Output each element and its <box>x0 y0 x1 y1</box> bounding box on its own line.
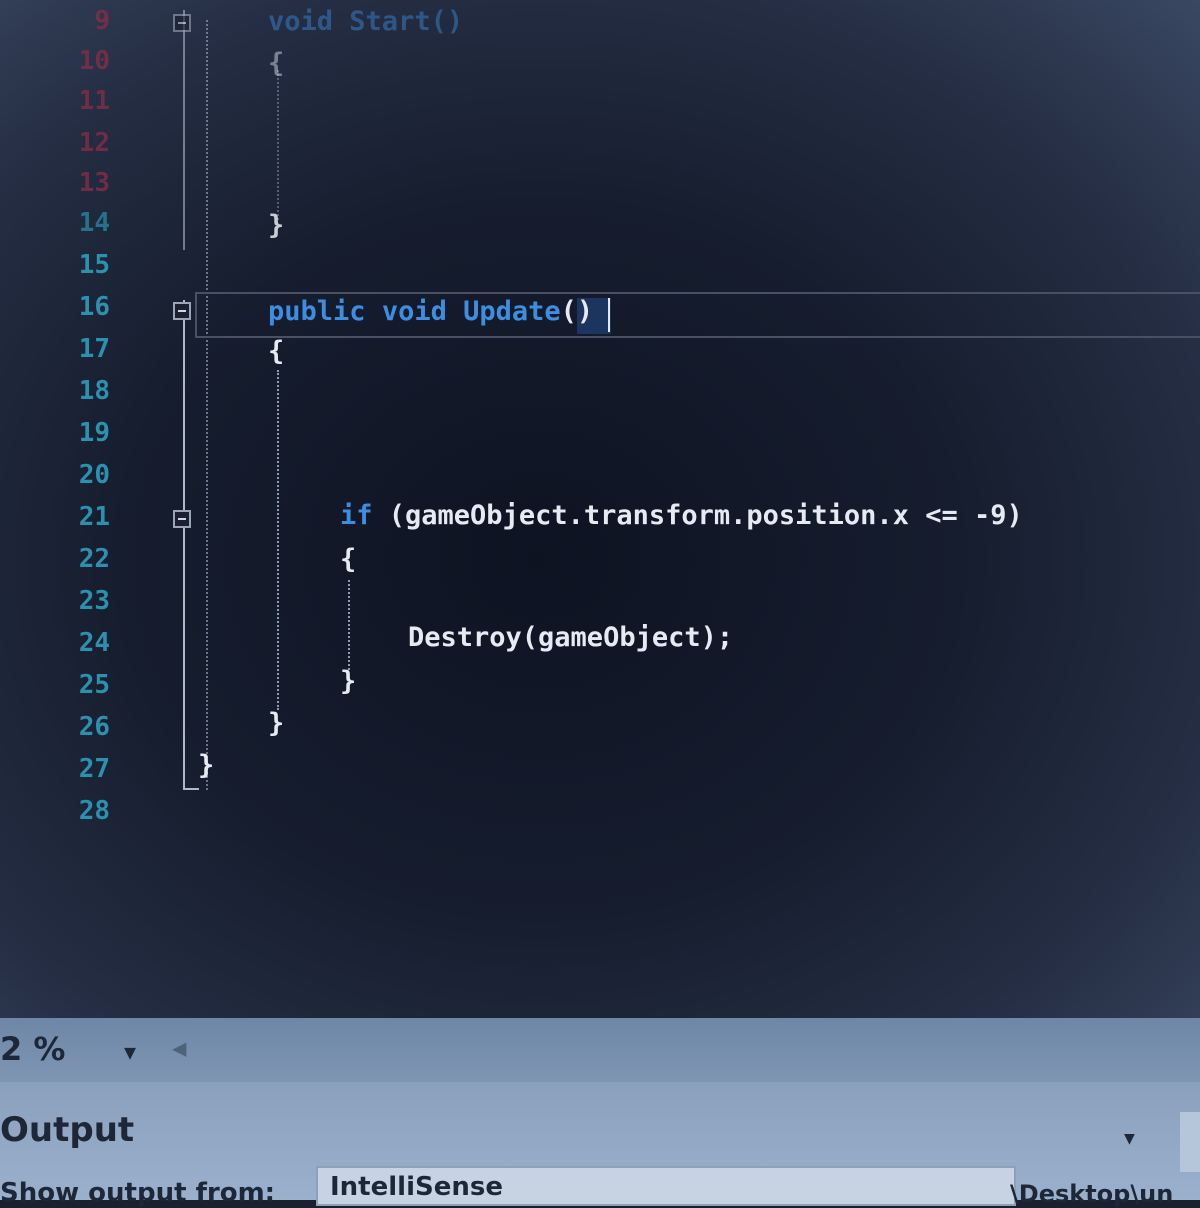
code-line-if-statement: if (gameObject.transform.position.x <= -… <box>340 500 1023 531</box>
code-line-brace: } <box>268 210 285 241</box>
code-line-brace: { <box>268 48 285 79</box>
indent-guide <box>206 20 208 790</box>
method-name: Start() <box>349 6 464 37</box>
text-cursor <box>608 298 610 332</box>
keyword-if: if <box>340 500 373 531</box>
code-line-brace: } <box>198 750 215 781</box>
if-condition: (gameObject.transform.position.x <= -9) <box>372 500 1023 531</box>
line-number: 18 <box>78 376 110 406</box>
fold-end-marker <box>183 788 199 790</box>
scroll-left-icon[interactable]: ◀ <box>172 1034 186 1062</box>
line-number: 9 <box>94 6 110 36</box>
code-line-destroy: Destroy(gameObject); <box>408 622 734 653</box>
zoom-level[interactable]: 2 % <box>0 1030 65 1068</box>
line-number: 26 <box>78 712 110 742</box>
code-line-brace: } <box>340 666 357 697</box>
collapse-icon[interactable] <box>173 510 191 528</box>
output-source-select[interactable]: IntelliSense <box>316 1166 1016 1206</box>
chevron-down-icon[interactable]: ▼ <box>1124 1128 1135 1149</box>
code-line-brace: { <box>340 544 357 575</box>
line-number: 17 <box>78 334 110 364</box>
line-number: 24 <box>78 628 110 658</box>
line-number: 12 <box>78 128 110 158</box>
line-number: 23 <box>78 586 110 616</box>
output-panel-title: Output <box>0 1110 135 1150</box>
line-number: 20 <box>78 460 110 490</box>
indent-guide <box>277 370 279 710</box>
show-output-from-label: Show output from: <box>0 1178 276 1208</box>
line-number: 19 <box>78 418 110 448</box>
method-name: Update <box>463 296 561 327</box>
line-number: 21 <box>78 502 110 532</box>
line-number: 22 <box>78 544 110 574</box>
line-number: 14 <box>78 208 110 238</box>
line-number: 27 <box>78 754 110 784</box>
fold-line <box>183 300 185 790</box>
keyword-void: void <box>268 6 334 37</box>
indent-guide <box>348 580 350 670</box>
line-number: 10 <box>78 46 110 76</box>
code-line-update-signature: public void Update() <box>268 296 593 327</box>
parentheses: () <box>560 296 594 327</box>
keyword-void: void <box>381 296 447 327</box>
output-path-text: \Desktop\un <box>1010 1180 1174 1208</box>
line-number: 25 <box>78 670 110 700</box>
code-line-start-signature: void Start() <box>268 6 463 37</box>
code-line-brace: } <box>268 708 285 739</box>
collapse-icon[interactable] <box>173 14 191 32</box>
keyword-public: public <box>268 296 366 327</box>
line-number: 11 <box>78 86 110 116</box>
panel-scrollbar[interactable] <box>1180 1112 1200 1172</box>
chevron-down-icon[interactable]: ▼ <box>124 1040 136 1064</box>
line-number: 28 <box>78 796 110 826</box>
line-number: 16 <box>78 292 110 322</box>
code-line-brace: { <box>268 336 285 367</box>
line-number: 15 <box>78 250 110 280</box>
fold-line <box>183 10 185 250</box>
indent-guide <box>277 70 279 220</box>
line-number: 13 <box>78 168 110 198</box>
code-editor[interactable]: 9 10 11 12 13 14 15 16 17 18 19 20 21 22… <box>0 0 1200 1018</box>
collapse-icon[interactable] <box>173 302 191 320</box>
